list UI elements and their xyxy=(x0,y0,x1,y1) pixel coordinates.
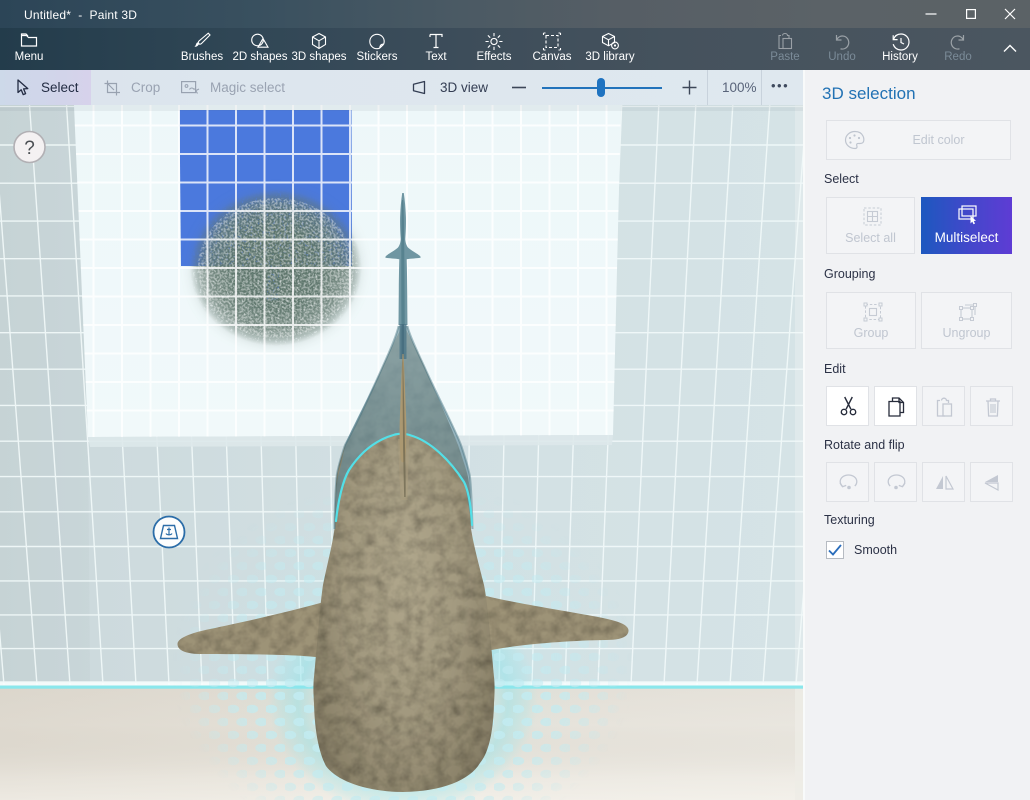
svg-text:?: ? xyxy=(24,138,35,159)
